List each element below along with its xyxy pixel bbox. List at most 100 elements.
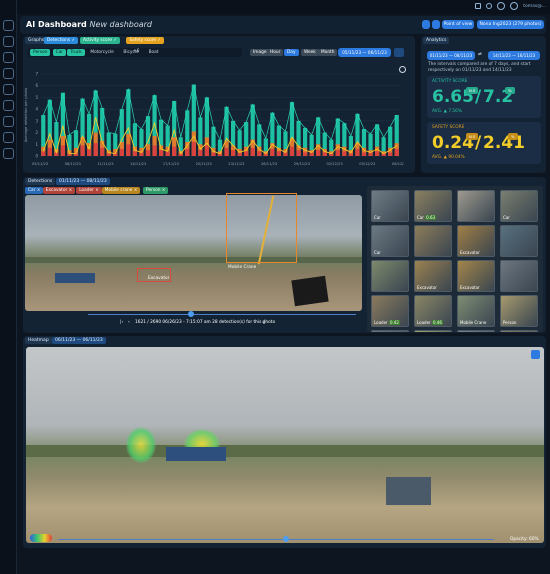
view-hour[interactable]: Hour [267, 49, 284, 56]
thumbnail[interactable] [371, 330, 409, 332]
category-3[interactable]: Motorcycle [87, 49, 116, 56]
prev-icon[interactable]: ‹ [128, 320, 130, 325]
bar-series-2[interactable] [355, 148, 360, 156]
download-icon[interactable] [531, 350, 540, 359]
thumbnail[interactable]: Car 0.63 [414, 190, 452, 222]
bar-series-2[interactable] [237, 152, 242, 156]
category-1[interactable]: Car [52, 49, 66, 56]
thumbnail[interactable]: Person [500, 295, 538, 327]
bar-series-2[interactable] [257, 151, 262, 156]
bar-series-2[interactable] [374, 151, 380, 156]
bar-series-2[interactable] [100, 147, 105, 156]
settings-icon[interactable] [3, 132, 14, 143]
user-icon[interactable] [486, 3, 493, 9]
category-5[interactable]: Boat [146, 49, 162, 56]
bar-series-2[interactable] [309, 152, 314, 156]
thumbnail[interactable]: Loader 0.42 [371, 295, 409, 327]
bar-series-2[interactable] [316, 150, 321, 156]
thumbnail[interactable] [457, 330, 495, 332]
last-icon[interactable]: ›| [262, 320, 265, 325]
thumbnail[interactable] [457, 190, 495, 222]
filter-0[interactable]: Detections ✓ [44, 37, 79, 44]
date-range-button[interactable]: 05/11/23 — 06/11/23 [338, 48, 391, 57]
edit-button[interactable] [432, 20, 440, 29]
opacity-slider[interactable] [58, 539, 494, 540]
thumbnail[interactable]: Excavator [414, 260, 452, 292]
bar-series-2[interactable] [335, 150, 340, 156]
chart-icon[interactable] [3, 52, 14, 63]
bar-series-2[interactable] [106, 153, 111, 156]
bar-series-2[interactable] [361, 152, 367, 156]
camera-icon[interactable] [3, 36, 14, 47]
bar-series-2[interactable] [145, 150, 151, 156]
range-a-button[interactable]: 01/11/23 — 08/11/23 [427, 51, 475, 60]
bar-series-2[interactable] [283, 152, 288, 156]
bar-series-2[interactable] [211, 152, 216, 156]
bar-series-2[interactable] [47, 147, 52, 156]
thumbnail[interactable] [500, 260, 538, 292]
dataset-select[interactable]: Nona Ing2023 (279 photos) [477, 20, 544, 29]
thumbnail[interactable] [414, 225, 452, 257]
bar-series-2[interactable] [244, 151, 249, 156]
bar-series-2[interactable] [86, 148, 92, 156]
bar-series-2[interactable] [322, 152, 327, 156]
detection-chip-excavator[interactable]: Excavator × [42, 187, 76, 194]
thumbnail[interactable]: Person [414, 330, 452, 332]
bar-series-2[interactable] [119, 148, 124, 156]
bar-series-2[interactable] [165, 151, 170, 156]
help-icon[interactable] [3, 148, 14, 159]
bar-series-2[interactable] [60, 145, 66, 156]
category-2[interactable]: Truck [67, 49, 85, 56]
range-b-button[interactable]: 14/11/23 — 16/11/23 [488, 51, 540, 60]
bar-series-2[interactable] [139, 152, 144, 156]
detection-chip-person[interactable]: Person × [143, 187, 169, 194]
bar-series-2[interactable] [152, 145, 157, 156]
thumbnail[interactable]: Loader 0.46 [414, 295, 452, 327]
filter-2[interactable]: Safety score ✓ [126, 37, 165, 44]
grid-icon[interactable] [3, 68, 14, 79]
share-button[interactable] [422, 20, 430, 29]
bar-series-2[interactable] [302, 152, 308, 156]
tab-heatmap[interactable]: Heatmap [25, 337, 52, 344]
bar-series-2[interactable] [185, 148, 190, 156]
thumbnail[interactable]: Car [371, 225, 409, 257]
bar-series-2[interactable] [172, 146, 177, 156]
detection-chip-mobile-crane[interactable]: Mobile crane × [101, 187, 141, 194]
thumbnail[interactable]: Excavator [457, 260, 495, 292]
tab-detections[interactable]: Detections [25, 178, 56, 185]
bar-series-2[interactable] [368, 152, 373, 156]
bar-series-2[interactable] [41, 151, 46, 156]
detection-chip-car[interactable]: Car × [25, 187, 44, 194]
bar-series-2[interactable] [388, 152, 393, 156]
thumbnail[interactable]: Mobile Crane [457, 295, 495, 327]
point-of-view-button[interactable]: Point of view [442, 20, 474, 29]
folder-icon[interactable] [3, 116, 14, 127]
bar-series-2[interactable] [224, 147, 229, 156]
bar-series-2[interactable] [250, 147, 255, 156]
more-categories[interactable]: +6 [133, 49, 139, 54]
detection-photo[interactable] [25, 195, 362, 311]
bar-series-2[interactable] [394, 148, 399, 156]
detection-chip-loader[interactable]: Loader × [76, 187, 102, 194]
bar-series-2[interactable] [270, 148, 275, 156]
heatmap-photo[interactable] [26, 347, 544, 543]
thumbnail[interactable]: Car [500, 190, 538, 222]
bar-series-2[interactable] [276, 151, 282, 156]
thumbnail[interactable] [500, 330, 538, 332]
bar-series-2[interactable] [198, 150, 203, 156]
bar-series-2[interactable] [191, 141, 196, 156]
bar-series-2[interactable] [296, 150, 301, 156]
home-icon[interactable] [3, 20, 14, 31]
bar-series-2[interactable] [204, 145, 210, 156]
thumbnail[interactable] [371, 260, 409, 292]
bar-series-2[interactable] [132, 151, 138, 156]
calendar-icon[interactable] [394, 48, 404, 57]
detections-range[interactable]: 01/11/23 — 08/11/23 [56, 178, 110, 185]
bar-series-2[interactable] [289, 146, 295, 156]
list-icon[interactable] [3, 100, 14, 111]
heatmap-range[interactable]: 06/11/23 — 06/11/23 [52, 337, 106, 344]
bbox-mobile-crane[interactable] [226, 193, 297, 263]
tab-analytics[interactable]: Analytics [423, 37, 450, 44]
photo-scrubber[interactable] [88, 314, 356, 315]
category-0[interactable]: Person [30, 49, 51, 56]
